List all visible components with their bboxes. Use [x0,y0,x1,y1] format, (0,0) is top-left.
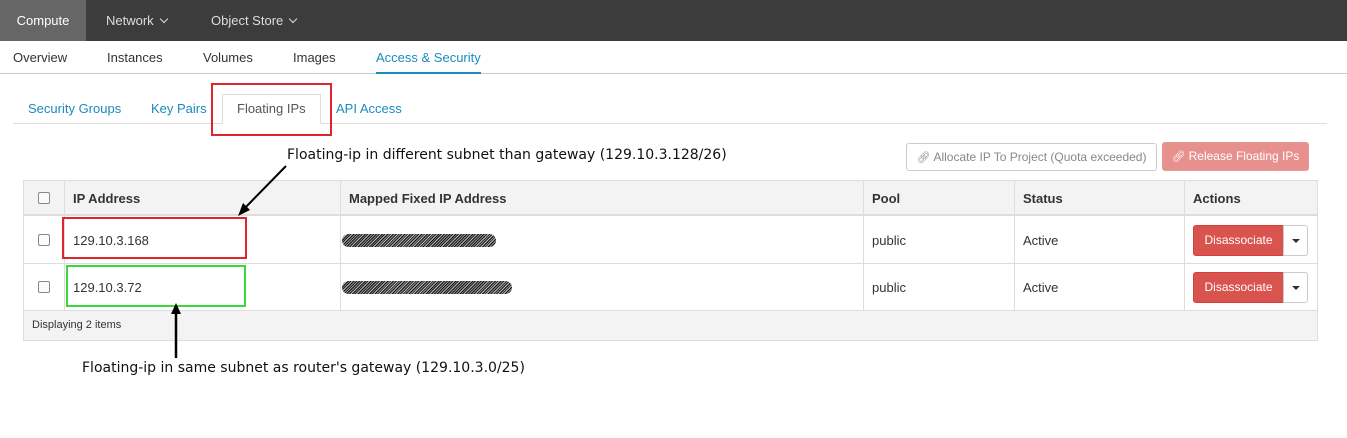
arrow-to-ip-72 [171,303,181,358]
annotation-arrows [171,165,287,358]
arrow-to-ip-168 [238,165,287,216]
